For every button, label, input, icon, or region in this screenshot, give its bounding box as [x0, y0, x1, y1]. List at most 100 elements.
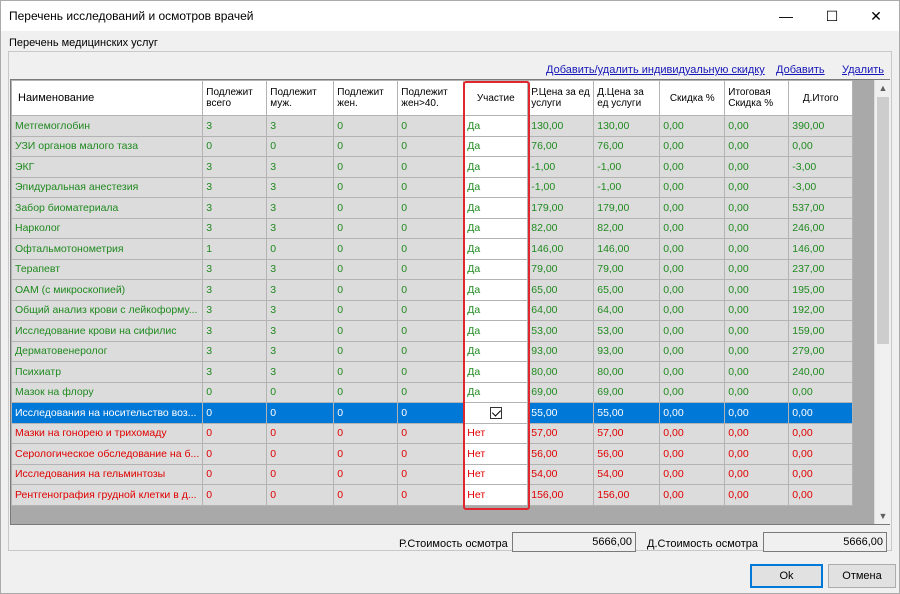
participation-cell[interactable]: Да: [463, 135, 529, 157]
add-link[interactable]: Добавить: [776, 64, 825, 76]
table-cell: 0: [202, 443, 268, 465]
col-header-female[interactable]: Подлежит жен.: [333, 80, 399, 116]
table-cell: 3: [202, 258, 268, 280]
table-cell: 279,00: [788, 340, 854, 362]
table-cell: 3: [266, 340, 335, 362]
col-header-name[interactable]: Наименование: [11, 80, 204, 116]
table-row[interactable]: Забор биоматериала 3 3 0 0 Да 179,00 179,00 0,00…: [11, 197, 854, 219]
delete-link[interactable]: Удалить: [842, 64, 884, 76]
table-row[interactable]: УЗИ органов малого таза 0 0 0 0 Да 76,00 76,00 0…: [11, 135, 854, 157]
participation-cell[interactable]: Да: [463, 320, 529, 342]
participation-cell[interactable]: Да: [463, 299, 529, 321]
table-cell: 0: [333, 463, 399, 485]
table-cell: 0,00: [788, 422, 854, 444]
table-cell: 179,00: [593, 197, 661, 219]
table-row[interactable]: Исследования на носительство воз... 0 0 0 0 5…: [11, 402, 854, 424]
table-row[interactable]: Исследования на гельминтозы 0 0 0 0 Нет 54,00 5…: [11, 463, 854, 485]
table-cell: 3: [202, 320, 268, 342]
table-row[interactable]: Психиатр 3 3 0 0 Да 80,00 80,00 0,00 0,00 240,00: [11, 361, 854, 383]
participation-cell[interactable]: Нет: [463, 422, 529, 444]
table-cell: 0: [333, 422, 399, 444]
participation-cell[interactable]: Да: [463, 279, 529, 301]
table-cell: 79,00: [593, 258, 661, 280]
service-name-cell: Метгемоглобин: [11, 115, 204, 137]
col-header-r-price[interactable]: Р.Цена за ед услуги: [527, 80, 595, 116]
table-row[interactable]: Исследование крови на сифилис 3 3 0 0 Да 53,00…: [11, 320, 854, 342]
col-header-total-discount[interactable]: Итоговая Скидка %: [724, 80, 790, 116]
col-header-female-40[interactable]: Подлежит жен>40.: [397, 80, 465, 116]
service-name-cell: Серологическое обследование на б...: [11, 443, 204, 465]
col-header-total[interactable]: Подлежит всего: [202, 80, 268, 116]
table-cell: 0: [397, 217, 465, 239]
participation-cell[interactable]: Да: [463, 258, 529, 280]
scroll-down-icon[interactable]: ▼: [875, 508, 891, 524]
table-cell: 3: [266, 156, 335, 178]
table-row[interactable]: Офтальмотонометрия 1 0 0 0 Да 146,00 146,00 0,00…: [11, 238, 854, 260]
table-cell: 0: [397, 238, 465, 260]
individual-discount-link[interactable]: Добавить/удалить индивидуальную скидку: [546, 64, 765, 76]
table-row[interactable]: Нарколог 3 3 0 0 Да 82,00 82,00 0,00 0,00 246,00: [11, 217, 854, 239]
vertical-scrollbar[interactable]: ▲ ▼: [874, 80, 890, 524]
participation-cell[interactable]: [463, 402, 529, 424]
table-row[interactable]: ЭКГ 3 3 0 0 Да -1,00 -1,00 0,00 0,00 -3,00: [11, 156, 854, 178]
table-cell: 56,00: [593, 443, 661, 465]
participation-cell[interactable]: Да: [463, 217, 529, 239]
table-cell: 130,00: [593, 115, 661, 137]
table-row[interactable]: Эпидуральная анестезия 3 3 0 0 Да -1,00 -1,00 0,…: [11, 176, 854, 198]
cancel-button[interactable]: Отмена: [828, 564, 896, 588]
table-cell: 146,00: [527, 238, 595, 260]
table-row[interactable]: Мазок на флору 0 0 0 0 Да 69,00 69,00 0,00 0,00 0,…: [11, 381, 854, 403]
col-header-participation[interactable]: Участие: [463, 80, 529, 116]
ok-button[interactable]: Ok: [750, 564, 823, 588]
table-row[interactable]: Общий анализ крови с лейкоформу... 3 3 0 0 Да…: [11, 299, 854, 321]
scroll-thumb[interactable]: [877, 97, 889, 344]
participation-cell[interactable]: Да: [463, 156, 529, 178]
col-header-d-price[interactable]: Д.Цена за ед услуги: [593, 80, 661, 116]
table-cell: 76,00: [527, 135, 595, 157]
maximize-icon[interactable]: ☐: [809, 1, 855, 31]
participation-cell[interactable]: Да: [463, 176, 529, 198]
table-cell: 0,00: [659, 299, 726, 321]
col-header-male[interactable]: Подлежит муж.: [266, 80, 335, 116]
table-cell: 3: [202, 156, 268, 178]
table-cell: 3: [202, 299, 268, 321]
table-cell: -1,00: [527, 156, 595, 178]
table-cell: 0,00: [659, 115, 726, 137]
participation-cell[interactable]: Да: [463, 238, 529, 260]
participation-cell[interactable]: Да: [463, 340, 529, 362]
service-name-cell: Общий анализ крови с лейкоформу...: [11, 299, 204, 321]
table-row[interactable]: Рентгенография грудной клетки в д... 0 0 0 0…: [11, 484, 854, 506]
participation-cell[interactable]: Да: [463, 381, 529, 403]
participation-checkbox[interactable]: [489, 406, 502, 419]
table-row[interactable]: Мазки на гонорею и трихомаду 0 0 0 0 Нет 57,00…: [11, 422, 854, 444]
table-cell: 0,00: [788, 463, 854, 485]
participation-cell[interactable]: Да: [463, 197, 529, 219]
minimize-icon[interactable]: —: [763, 1, 809, 31]
service-name-cell: Исследования на носительство воз...: [11, 402, 204, 424]
table-cell: 156,00: [527, 484, 595, 506]
table-cell: 0,00: [724, 156, 790, 178]
table-cell: 3: [266, 115, 335, 137]
participation-cell[interactable]: Нет: [463, 484, 529, 506]
col-header-discount[interactable]: Скидка %: [659, 80, 726, 116]
table-row[interactable]: Серологическое обследование на б... 0 0 0 0 Н…: [11, 443, 854, 465]
participation-cell[interactable]: Нет: [463, 443, 529, 465]
table-cell: 0,00: [724, 361, 790, 383]
participation-cell[interactable]: Нет: [463, 463, 529, 485]
table-cell: 80,00: [527, 361, 595, 383]
table-cell: 3: [266, 217, 335, 239]
close-icon[interactable]: ✕: [853, 1, 899, 31]
table-row[interactable]: ОАМ (с микроскопией) 3 3 0 0 Да 65,00 65,00 0,00…: [11, 279, 854, 301]
col-header-d-total[interactable]: Д.Итого: [788, 80, 854, 116]
service-name-cell: Исследование крови на сифилис: [11, 320, 204, 342]
table-row[interactable]: Метгемоглобин 3 3 0 0 Да 130,00 130,00 0,00 0,00 3…: [11, 115, 854, 137]
table-cell: 0,00: [724, 381, 790, 403]
service-name-cell: Дерматовенеролог: [11, 340, 204, 362]
table-cell: 0,00: [724, 115, 790, 137]
participation-cell[interactable]: Да: [463, 361, 529, 383]
scroll-up-icon[interactable]: ▲: [875, 80, 891, 96]
table-row[interactable]: Дерматовенеролог 3 3 0 0 Да 93,00 93,00 0,00 0,00…: [11, 340, 854, 362]
table-cell: 0,00: [788, 484, 854, 506]
table-row[interactable]: Терапевт 3 3 0 0 Да 79,00 79,00 0,00 0,00 237,00: [11, 258, 854, 280]
participation-cell[interactable]: Да: [463, 115, 529, 137]
